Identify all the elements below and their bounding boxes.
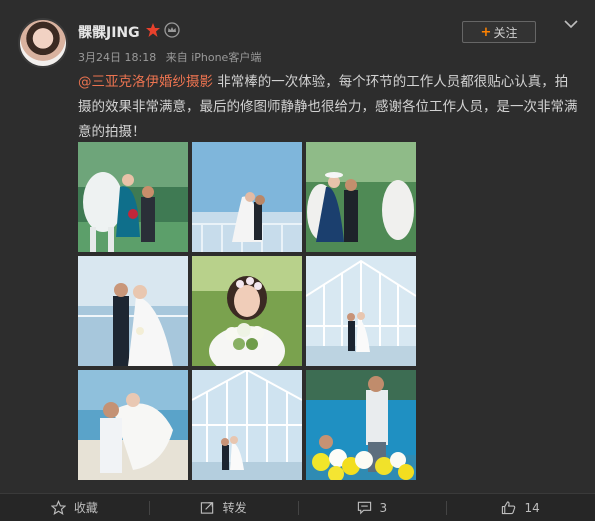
follow-label: 关注 xyxy=(493,25,518,40)
plus-icon: + xyxy=(480,24,492,40)
repost-icon xyxy=(200,502,213,514)
thumbs-up-icon xyxy=(502,501,516,515)
chevron-down-icon[interactable] xyxy=(563,18,579,30)
photo-6[interactable] xyxy=(306,256,416,366)
photo-5[interactable] xyxy=(192,256,302,366)
weibo-post-card: 髁髁JING 3月24日 18:18 来自 iPhone客户端 + 关注 @三亚… xyxy=(0,0,595,521)
post-toolbar: 收藏 转发 3 14 xyxy=(0,493,595,521)
photo-4[interactable] xyxy=(78,256,188,366)
favorite-button[interactable]: 收藏 xyxy=(0,494,149,521)
repost-button[interactable]: 转发 xyxy=(148,494,298,521)
avatar[interactable] xyxy=(18,18,68,68)
post-text: @三亚克洛伊婚纱摄影 非常棒的一次体验，每个环节的工作人员都很贴心认真，拍摄的效… xyxy=(78,70,578,145)
star-icon xyxy=(50,500,66,515)
comment-count: 3 xyxy=(379,500,388,515)
photo-2[interactable] xyxy=(192,142,302,252)
photo-9[interactable] xyxy=(306,370,416,480)
post-source: 来自 iPhone客户端 xyxy=(165,51,262,64)
comment-button[interactable]: 3 xyxy=(297,494,447,521)
photo-8[interactable] xyxy=(192,370,302,480)
username[interactable]: 髁髁JING xyxy=(78,22,140,42)
vip-star-icon[interactable] xyxy=(145,22,161,38)
follow-button[interactable]: + 关注 xyxy=(462,21,536,43)
photo-3[interactable] xyxy=(306,142,416,252)
repost-label: 转发 xyxy=(222,501,247,515)
post-meta: 3月24日 18:18 来自 iPhone客户端 xyxy=(78,49,267,65)
comment-icon xyxy=(357,501,371,515)
like-button[interactable]: 14 xyxy=(446,494,595,521)
like-count: 14 xyxy=(524,500,540,515)
photo-1[interactable] xyxy=(78,142,188,252)
crown-icon[interactable] xyxy=(164,22,180,38)
post-date[interactable]: 3月24日 18:18 xyxy=(78,51,156,64)
mention-link[interactable]: @三亚克洛伊婚纱摄影 xyxy=(78,74,213,90)
photo-7[interactable] xyxy=(78,370,188,480)
favorite-label: 收藏 xyxy=(73,501,98,515)
